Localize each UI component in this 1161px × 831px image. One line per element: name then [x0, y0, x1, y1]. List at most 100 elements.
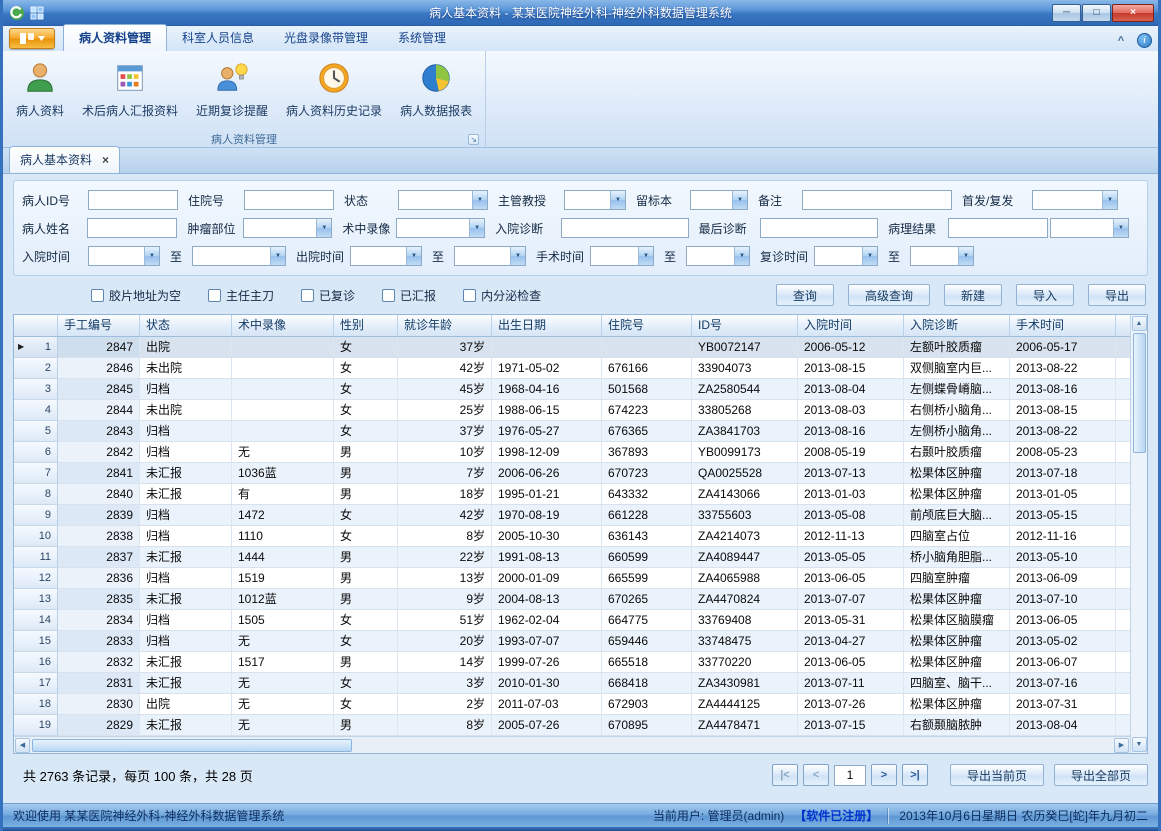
table-row[interactable]: 72841未汇报1036蓝男7岁2006-06-26670723QA002552…	[14, 463, 1130, 484]
checkbox-icon[interactable]	[208, 289, 221, 302]
chevron-down-icon[interactable]: ▼	[610, 191, 625, 209]
chevron-down-icon[interactable]: ▼	[406, 247, 421, 265]
filter-combo[interactable]: ▼	[910, 246, 974, 266]
table-row[interactable]: 122836归档1519男13岁2000-01-09665599ZA406598…	[14, 568, 1130, 589]
table-row[interactable]: 182830出院无女2岁2011-07-03672903ZA4444125201…	[14, 694, 1130, 715]
filter-combo[interactable]: ▼	[590, 246, 654, 266]
ribbon-button-report[interactable]: 术后病人汇报资料	[73, 55, 187, 123]
chevron-down-icon[interactable]: ▼	[1113, 219, 1128, 237]
chevron-down-icon[interactable]: ▼	[638, 247, 653, 265]
export-all-pages-button[interactable]: 导出全部页	[1054, 764, 1148, 786]
checkbox-option-3[interactable]: 已汇报	[382, 287, 436, 304]
table-row[interactable]: 162832未汇报1517男14岁1999-07-266655183377022…	[14, 652, 1130, 673]
table-row[interactable]: 92839归档1472女42岁1970-08-19661228337556032…	[14, 505, 1130, 526]
filter-combo[interactable]: ▼	[564, 190, 626, 210]
table-row[interactable]: 142834归档1505女51岁1962-02-0466477533769408…	[14, 610, 1130, 631]
checkbox-option-0[interactable]: 胶片地址为空	[91, 287, 181, 304]
horizontal-scrollbar[interactable]: ◀ ▶	[14, 736, 1130, 753]
scroll-down-icon[interactable]: ▼	[1132, 737, 1147, 752]
close-button[interactable]: ×	[1112, 4, 1154, 22]
vertical-scroll-thumb[interactable]	[1133, 333, 1146, 453]
ribbon-button-patient[interactable]: 病人资料	[7, 55, 73, 123]
filter-combo[interactable]: ▼	[814, 246, 878, 266]
ribbon-collapse-icon[interactable]: ^	[1113, 35, 1129, 47]
column-header-0[interactable]: 手工编号	[58, 315, 140, 337]
table-row[interactable]: 132835未汇报1012蓝男9岁2004-08-13670265ZA44708…	[14, 589, 1130, 610]
pager-last-button[interactable]: >|	[902, 764, 928, 786]
scroll-left-icon[interactable]: ◀	[15, 738, 30, 753]
filter-combo[interactable]: ▼	[398, 190, 488, 210]
filter-combo[interactable]: ▼	[350, 246, 422, 266]
filter-combo[interactable]: ▼	[1050, 218, 1129, 238]
filter-input[interactable]	[760, 218, 878, 238]
filter-combo[interactable]: ▼	[686, 246, 750, 266]
ribbon-tab-1[interactable]: 科室人员信息	[167, 25, 269, 51]
scroll-up-icon[interactable]: ▲	[1132, 316, 1147, 331]
action-button-3[interactable]: 导入	[1016, 284, 1074, 306]
column-header-8[interactable]: 入院时间	[798, 315, 904, 337]
column-header-6[interactable]: 住院号	[602, 315, 692, 337]
column-header-10[interactable]: 手术时间	[1010, 315, 1116, 337]
dialog-launcher-icon[interactable]: ↘	[468, 134, 479, 145]
chevron-down-icon[interactable]: ▼	[1102, 191, 1117, 209]
checkbox-icon[interactable]	[301, 289, 314, 302]
tab-patient-basic-info[interactable]: 病人基本资料 ×	[9, 146, 120, 173]
ribbon-tab-0[interactable]: 病人资料管理	[63, 24, 167, 51]
table-row[interactable]: ▶12847出院女37岁YB00721472006-05-12左额叶胶质瘤200…	[14, 337, 1130, 358]
ribbon-button-history[interactable]: 病人资料历史记录	[277, 55, 391, 123]
filter-input[interactable]	[87, 218, 177, 238]
chevron-down-icon[interactable]: ▼	[316, 219, 331, 237]
checkbox-icon[interactable]	[382, 289, 395, 302]
table-row[interactable]: 192829未汇报无男8岁2005-07-26670895ZA447847120…	[14, 715, 1130, 736]
column-header-9[interactable]: 入院诊断	[904, 315, 1010, 337]
checkbox-icon[interactable]	[91, 289, 104, 302]
checkbox-option-4[interactable]: 内分泌检查	[463, 287, 541, 304]
filter-combo[interactable]: ▼	[454, 246, 526, 266]
page-number-input[interactable]	[834, 765, 866, 786]
chevron-down-icon[interactable]: ▼	[270, 247, 285, 265]
action-button-4[interactable]: 导出	[1088, 284, 1146, 306]
minimize-button[interactable]: ─	[1052, 4, 1081, 22]
chevron-down-icon[interactable]: ▼	[472, 191, 487, 209]
checkbox-option-1[interactable]: 主任主刀	[208, 287, 274, 304]
table-row[interactable]: 42844未出院女25岁1988-06-15674223338052682013…	[14, 400, 1130, 421]
ribbon-button-remind[interactable]: 近期复诊提醒	[187, 55, 277, 123]
application-menu-button[interactable]	[9, 28, 55, 49]
action-button-1[interactable]: 高级查询	[848, 284, 930, 306]
ribbon-tab-2[interactable]: 光盘录像带管理	[269, 25, 383, 51]
filter-combo[interactable]: ▼	[396, 218, 485, 238]
column-header-5[interactable]: 出生日期	[492, 315, 602, 337]
info-icon[interactable]: i	[1137, 33, 1152, 48]
tab-close-icon[interactable]: ×	[102, 155, 109, 165]
table-row[interactable]: 82840未汇报有男18岁1995-01-21643332ZA414306620…	[14, 484, 1130, 505]
table-row[interactable]: 112837未汇报1444男22岁1991-08-13660599ZA40894…	[14, 547, 1130, 568]
ribbon-button-chart[interactable]: 病人数据报表	[391, 55, 481, 123]
pager-next-button[interactable]: >	[871, 764, 897, 786]
filter-input[interactable]	[948, 218, 1048, 238]
pager-first-button[interactable]: |<	[772, 764, 798, 786]
table-row[interactable]: 62842归档无男10岁1998-12-09367893YB0099173200…	[14, 442, 1130, 463]
filter-input[interactable]	[88, 190, 178, 210]
filter-combo[interactable]: ▼	[243, 218, 332, 238]
chevron-down-icon[interactable]: ▼	[510, 247, 525, 265]
scroll-right-icon[interactable]: ▶	[1114, 738, 1129, 753]
table-row[interactable]: 52843归档女37岁1976-05-27676365ZA38417032013…	[14, 421, 1130, 442]
table-row[interactable]: 102838归档1110女8岁2005-10-30636143ZA4214073…	[14, 526, 1130, 547]
export-current-page-button[interactable]: 导出当前页	[950, 764, 1044, 786]
chevron-down-icon[interactable]: ▼	[144, 247, 159, 265]
table-row[interactable]: 152833归档无女20岁1993-07-0765944633748475201…	[14, 631, 1130, 652]
filter-combo[interactable]: ▼	[88, 246, 160, 266]
column-header-7[interactable]: ID号	[692, 315, 798, 337]
filter-combo[interactable]: ▼	[1032, 190, 1118, 210]
maximize-button[interactable]: □	[1082, 4, 1111, 22]
ribbon-tab-3[interactable]: 系统管理	[383, 25, 461, 51]
pager-prev-button[interactable]: <	[803, 764, 829, 786]
filter-input[interactable]	[802, 190, 952, 210]
chevron-down-icon[interactable]: ▼	[734, 247, 749, 265]
column-header-3[interactable]: 性别	[334, 315, 398, 337]
chevron-down-icon[interactable]: ▼	[958, 247, 973, 265]
table-row[interactable]: 32845归档女45岁1968-04-16501568ZA25805442013…	[14, 379, 1130, 400]
action-button-0[interactable]: 查询	[776, 284, 834, 306]
chevron-down-icon[interactable]: ▼	[732, 191, 747, 209]
action-button-2[interactable]: 新建	[944, 284, 1002, 306]
